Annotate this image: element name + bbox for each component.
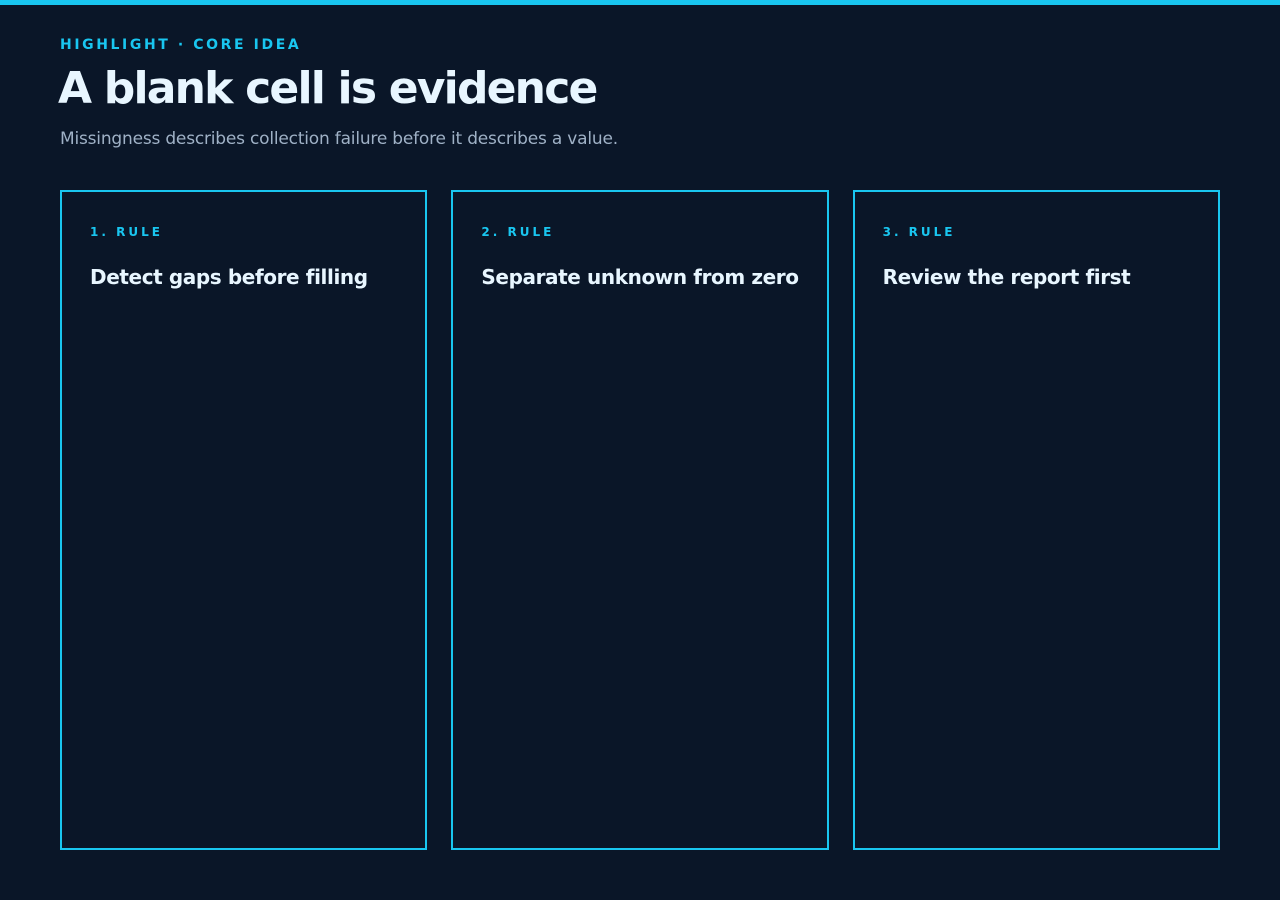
rule-card-title: Review the report first [882,265,1131,289]
rule-card-title: Separate unknown from zero [481,265,799,289]
page-subtitle: Missingness describes collection failure… [60,129,618,149]
rule-cards: 1. RULE Detect gaps before filling 2. RU… [60,190,1220,850]
page-title: A blank cell is evidence [58,63,598,114]
rule-card-title: Detect gaps before filling [90,265,368,289]
eyebrow-label: HIGHLIGHT · CORE IDEA [60,37,302,53]
rule-card-1: 1. RULE Detect gaps before filling [60,190,428,850]
rule-card-label: 2. RULE [481,225,555,239]
rule-card-label: 3. RULE [882,225,956,239]
top-accent-bar [0,0,1280,5]
rule-card-label: 1. RULE [90,225,163,239]
rule-card-3: 3. RULE Review the report first [852,190,1220,850]
rule-card-2: 2. RULE Separate unknown from zero [451,190,829,850]
